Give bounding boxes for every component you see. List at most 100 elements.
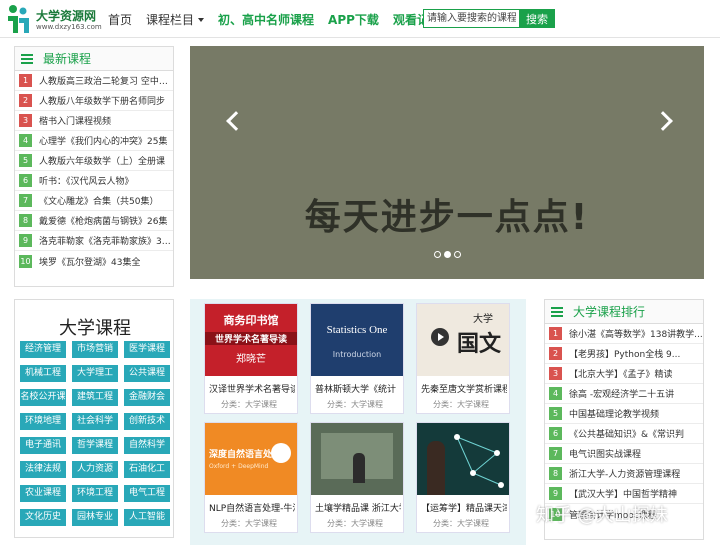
university-courses-panel: 大学课程 经济管理 市场营销 医学课程 机械工程 大学理工 公共课程 名校公开课… [14,299,174,538]
category-button[interactable]: 环境地理 [20,413,66,430]
nav-home[interactable]: 首页 [108,11,132,28]
list-item[interactable]: 8 浙江大学-人力资源管理课程 [545,464,703,484]
list-item[interactable]: 8 戴爱德《枪炮病菌与钢铁》26集 [15,211,173,231]
course-cards-section: 商务印书馆 世界学术名著导读 郑晓芒 汉译世界学术名著导读 分类：大学课程 St… [190,299,526,545]
category-button[interactable]: 园林专业 [72,509,118,526]
category-button[interactable]: 经济管理 [20,341,66,358]
list-item[interactable]: 6 听书：《汉代风云人物》 [15,171,173,191]
latest-courses-title: 最新课程 [43,52,92,66]
category-button[interactable]: 农业课程 [20,485,66,502]
course-thumbnail: 深度自然语言处理 Oxford + DeepMind [205,423,297,495]
rank-number: 4 [549,387,562,400]
category-button[interactable]: 名校公开课 [20,389,66,406]
list-item[interactable]: 7 电气识图实战课程 [545,444,703,464]
nav-teachers[interactable]: 初、高中名师课程 [218,11,314,28]
list-item[interactable]: 1 徐小湛《高等数学》138讲教学... [545,324,703,344]
rank-number: 2 [19,94,32,107]
category-button[interactable]: 金融财会 [124,389,170,406]
rank-number: 6 [549,427,562,440]
category-button[interactable]: 电气工程 [124,485,170,502]
logo-title: 大学资源网 [36,9,97,23]
play-triangle-icon [438,333,444,341]
category-button[interactable]: 机械工程 [20,365,66,382]
carousel-dot[interactable] [454,251,461,258]
category-button[interactable]: 人工智能 [124,509,170,526]
list-icon [21,53,33,64]
university-courses-title: 大学课程 [59,318,131,339]
search-button[interactable]: 搜索 [519,9,555,28]
rank-number: 1 [19,74,32,87]
list-item[interactable]: 2 【老男孩】Python全栈 9... [545,344,703,364]
course-thumbnail: 商务印书馆 世界学术名著导读 郑晓芒 [205,304,297,376]
course-category: 分类：大学课程 [433,519,489,528]
logo-mark-icon [8,5,29,33]
category-button[interactable]: 医学课程 [124,341,170,358]
carousel-indicators [434,251,464,258]
course-title: 土壤学精品课 浙江大学 [315,504,401,514]
course-thumbnail [417,423,509,495]
thumb-line: Introduction [332,350,382,359]
list-item[interactable]: 4 徐高 -宏观经济学二十五讲 [545,384,703,404]
category-button[interactable]: 文化历史 [20,509,66,526]
category-button[interactable]: 石油化工 [124,461,170,478]
thumb-line: 世界学术名著导读 [205,332,297,345]
course-title: 普林斯顿大学《统计 [315,385,397,395]
nav-course-columns-label: 课程栏目 [146,12,195,27]
rank-number: 9 [19,234,32,247]
category-button[interactable]: 大学理工 [72,365,118,382]
course-card[interactable]: Statistics One Introduction 普林斯顿大学《统计 分类… [310,303,404,414]
category-button[interactable]: 人力资源 [72,461,118,478]
category-button[interactable]: 市场营销 [72,341,118,358]
list-item[interactable]: 4 心理学《我们内心的冲突》25集 [15,131,173,151]
course-card[interactable]: 商务印书馆 世界学术名著导读 郑晓芒 汉译世界学术名著导读 分类：大学课程 [204,303,298,414]
category-button[interactable]: 公共课程 [124,365,170,382]
thumb-line: 商务印书馆 [223,314,279,327]
list-item[interactable]: 10 埃罗《瓦尔登湖》43集全 [15,251,173,271]
rank-number: 2 [549,347,562,360]
category-button[interactable]: 哲学课程 [72,437,118,454]
list-item[interactable]: 3 楷书入门课程视频 [15,111,173,131]
course-card[interactable]: 【运筹学】精品课天津 分类：大学课程 [416,422,510,533]
course-category: 分类：大学课程 [327,519,383,528]
list-item[interactable]: 2 人教版八年级数学下册名师同步 [15,91,173,111]
rank-number: 1 [549,327,562,340]
category-button[interactable]: 电子通讯 [20,437,66,454]
category-button[interactable]: 环境工程 [72,485,118,502]
hero-carousel[interactable]: 每天进步一点点! [190,46,704,279]
nav-app-download[interactable]: APP下载 [328,11,379,28]
list-item[interactable]: 5 人教版六年级数学（上）全册课 [15,151,173,171]
course-thumbnail: 大学 国文 [417,304,509,376]
course-category: 分类：大学课程 [433,400,489,409]
main-nav: 首页 课程栏目 初、高中名师课程 APP下载 观看记录 [108,10,455,28]
rank-number: 5 [549,407,562,420]
course-card[interactable]: 深度自然语言处理 Oxford + DeepMind NLP自然语言处理-牛津 … [204,422,298,533]
course-thumbnail: Statistics One Introduction [311,304,403,376]
latest-courses-list: 1 人教版高三政治二轮复习 空中课... 2 人教版八年级数学下册名师同步 3 楷书入… [15,71,173,271]
carousel-dot-active[interactable] [444,251,451,258]
nav-course-columns[interactable]: 课程栏目 [146,11,205,28]
list-item[interactable]: 3 【北京大学】《孟子》精读 [545,364,703,384]
latest-courses-header: 最新课程 [15,47,173,71]
list-item[interactable]: 6 《公共基础知识》&《常识判 [545,424,703,444]
list-item[interactable]: 1 人教版高三政治二轮复习 空中课... [15,71,173,91]
list-item[interactable]: 7 《文心雕龙》合集（共50集） [15,191,173,211]
list-item[interactable]: 9 洛克菲勒家《洛克菲勒家族》38... [15,231,173,251]
category-button[interactable]: 自然科学 [124,437,170,454]
course-card[interactable]: 土壤学精品课 浙江大学 分类：大学课程 [310,422,404,533]
search-input[interactable] [423,9,519,28]
category-button[interactable]: 法律法规 [20,461,66,478]
site-logo[interactable]: 大学资源网 www.dxzy163.com [6,4,102,34]
rank-number: 10 [19,254,32,268]
rank-number: 6 [19,174,32,187]
caret-down-icon [198,18,205,22]
category-button[interactable]: 创新技术 [124,413,170,430]
rank-number: 5 [19,154,32,167]
course-title: 汉译世界学术名著导读 [209,385,295,395]
course-card[interactable]: 大学 国文 先秦至唐文学赏析课程 分类：大学课程 [416,303,510,414]
category-button[interactable]: 社会科学 [72,413,118,430]
list-item[interactable]: 5 中国基础理论教学视频 [545,404,703,424]
course-title: 先秦至唐文学赏析课程 [421,385,507,395]
carousel-dot[interactable] [434,251,441,258]
rank-number: 7 [549,447,562,460]
category-button[interactable]: 建筑工程 [72,389,118,406]
